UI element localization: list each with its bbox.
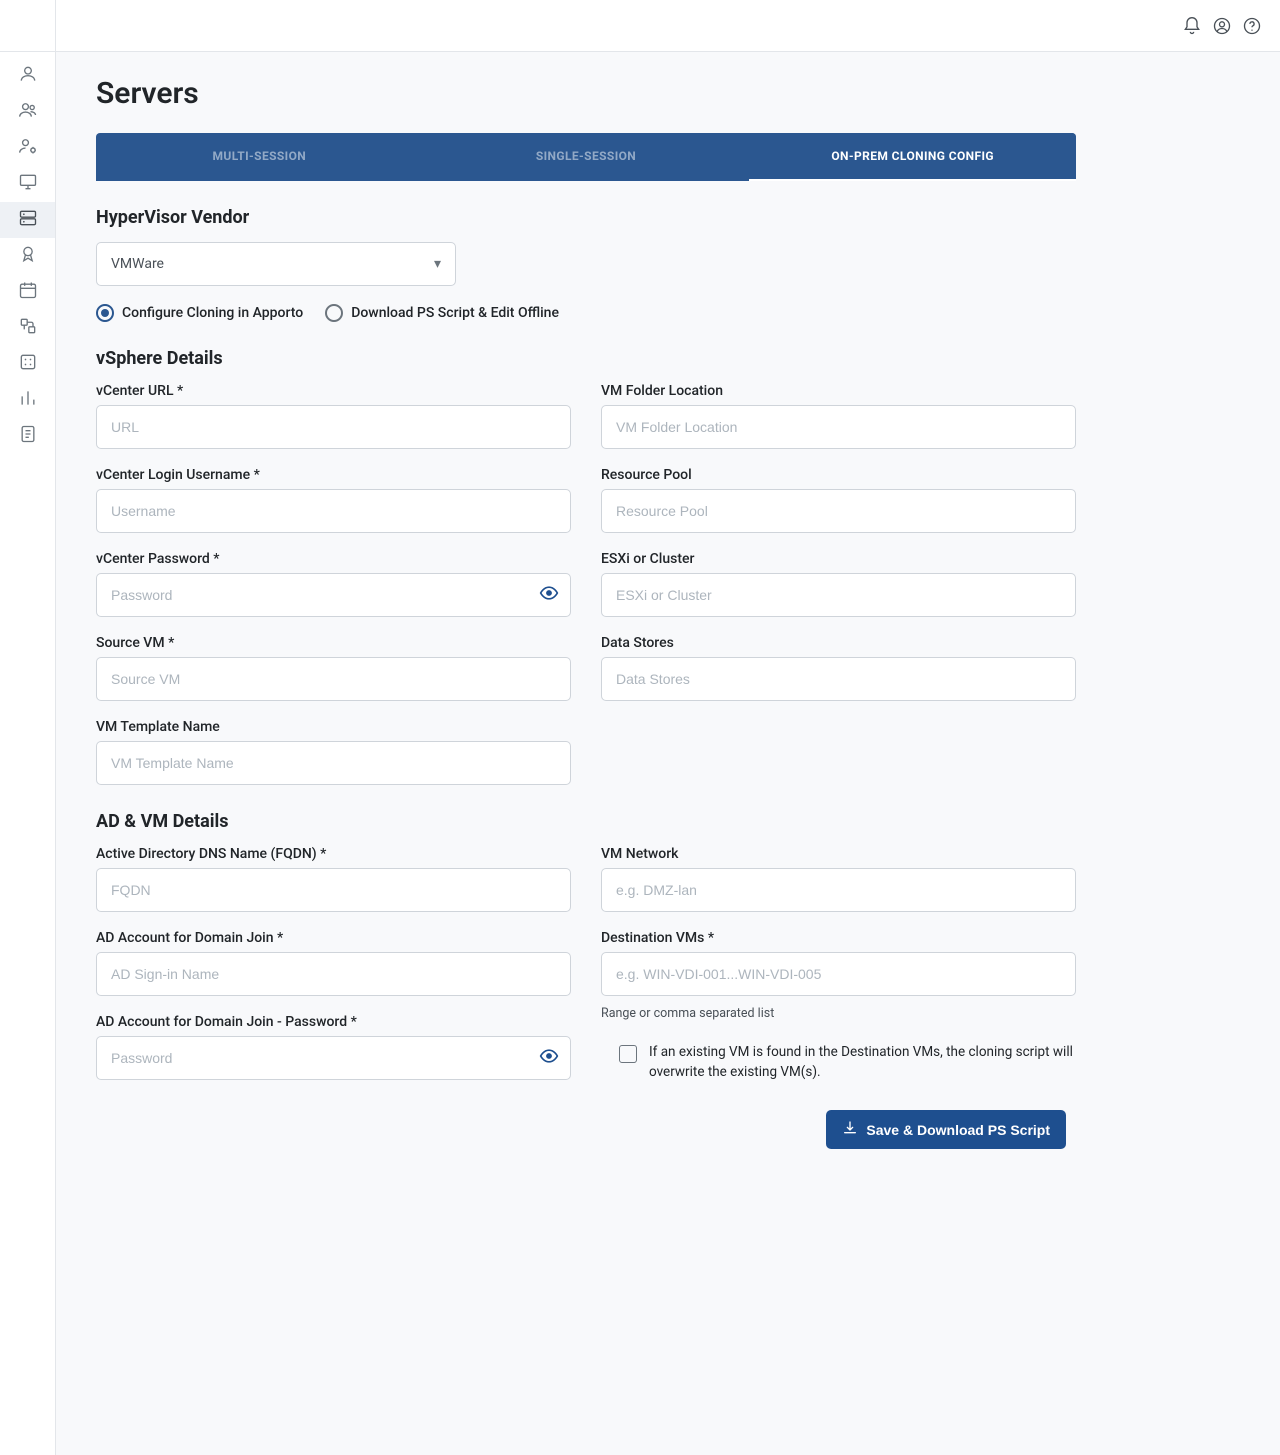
tab-multi-session[interactable]: MULTI-SESSION [96, 133, 423, 181]
data-stores-input[interactable] [601, 657, 1076, 701]
notifications-icon[interactable] [1182, 16, 1202, 36]
section-vsphere-title: vSphere Details [96, 348, 1076, 369]
tab-single-session[interactable]: SINGLE-SESSION [423, 133, 750, 181]
sidebar-item-reports[interactable] [0, 418, 55, 454]
topbar [56, 0, 1280, 52]
tab-cloning-config[interactable]: ON-PREM CLONING CONFIG [749, 133, 1076, 181]
sidebar-item-network[interactable] [0, 310, 55, 346]
servers-icon [18, 208, 38, 232]
ad-password-label: AD Account for Domain Join - Password * [96, 1014, 571, 1030]
radio-checked-icon [96, 304, 114, 322]
sidebar-item-badge[interactable] [0, 238, 55, 274]
user-gear-icon [18, 136, 38, 160]
hypervisor-select[interactable]: VMWare ▾ [96, 242, 456, 286]
vm-network-input[interactable] [601, 868, 1076, 912]
vcenter-password-label: vCenter Password * [96, 551, 571, 567]
ad-account-label: AD Account for Domain Join * [96, 930, 571, 946]
hypervisor-selected-value: VMWare [111, 256, 164, 272]
page-title: Servers [96, 76, 1076, 111]
sidebar [0, 0, 56, 1455]
ad-password-input[interactable] [96, 1036, 571, 1080]
vcenter-url-label: vCenter URL * [96, 383, 571, 399]
vm-network-label: VM Network [601, 846, 1076, 862]
ad-fqdn-input[interactable] [96, 868, 571, 912]
vcenter-username-label: vCenter Login Username * [96, 467, 571, 483]
esxi-label: ESXi or Cluster [601, 551, 1076, 567]
sidebar-item-calendar[interactable] [0, 274, 55, 310]
source-vm-label: Source VM * [96, 635, 571, 651]
grid-icon [18, 352, 38, 376]
show-password-icon[interactable] [539, 583, 559, 607]
source-vm-input[interactable] [96, 657, 571, 701]
bar-chart-icon [18, 388, 38, 412]
vcenter-username-input[interactable] [96, 489, 571, 533]
help-icon[interactable] [1242, 16, 1262, 36]
document-icon [18, 424, 38, 448]
ad-fqdn-label: Active Directory DNS Name (FQDN) * [96, 846, 571, 862]
vm-folder-input[interactable] [601, 405, 1076, 449]
vcenter-url-input[interactable] [96, 405, 571, 449]
esxi-input[interactable] [601, 573, 1076, 617]
radio-unchecked-icon [325, 304, 343, 322]
overwrite-checkbox[interactable] [619, 1045, 637, 1063]
vm-template-input[interactable] [96, 741, 571, 785]
sidebar-item-users[interactable] [0, 94, 55, 130]
download-icon [842, 1120, 858, 1139]
monitor-icon [18, 172, 38, 196]
app-launcher[interactable] [0, 12, 55, 52]
chevron-down-icon: ▾ [434, 256, 441, 272]
radio-download-label: Download PS Script & Edit Offline [351, 305, 559, 321]
dest-vms-input[interactable] [601, 952, 1076, 996]
sidebar-item-user[interactable] [0, 58, 55, 94]
tabs: MULTI-SESSION SINGLE-SESSION ON-PREM CLO… [96, 133, 1076, 181]
save-download-button[interactable]: Save & Download PS Script [826, 1110, 1066, 1149]
sidebar-item-user-gear[interactable] [0, 130, 55, 166]
dest-vms-helper: Range or comma separated list [601, 1006, 1076, 1021]
sidebar-item-analytics[interactable] [0, 382, 55, 418]
dest-vms-label: Destination VMs * [601, 930, 1076, 946]
vm-template-label: VM Template Name [96, 719, 571, 735]
calendar-icon [18, 280, 38, 304]
resource-pool-label: Resource Pool [601, 467, 1076, 483]
certificate-icon [18, 244, 38, 268]
user-icon [18, 64, 38, 88]
section-ad-vm-title: AD & VM Details [96, 811, 1076, 832]
network-icon [18, 316, 38, 340]
show-password-icon[interactable] [539, 1046, 559, 1070]
vcenter-password-input[interactable] [96, 573, 571, 617]
vm-folder-label: VM Folder Location [601, 383, 1076, 399]
account-icon[interactable] [1212, 16, 1232, 36]
section-hypervisor-title: HyperVisor Vendor [96, 207, 1076, 228]
sidebar-item-grid[interactable] [0, 346, 55, 382]
sidebar-item-monitor[interactable] [0, 166, 55, 202]
radio-configure-cloning[interactable]: Configure Cloning in Apporto [96, 304, 303, 322]
save-download-label: Save & Download PS Script [866, 1122, 1050, 1138]
radio-download-script[interactable]: Download PS Script & Edit Offline [325, 304, 559, 322]
data-stores-label: Data Stores [601, 635, 1076, 651]
resource-pool-input[interactable] [601, 489, 1076, 533]
sidebar-item-servers[interactable] [0, 202, 55, 238]
overwrite-checkbox-label: If an existing VM is found in the Destin… [649, 1043, 1076, 1082]
radio-configure-label: Configure Cloning in Apporto [122, 305, 303, 321]
ad-account-input[interactable] [96, 952, 571, 996]
users-icon [18, 100, 38, 124]
